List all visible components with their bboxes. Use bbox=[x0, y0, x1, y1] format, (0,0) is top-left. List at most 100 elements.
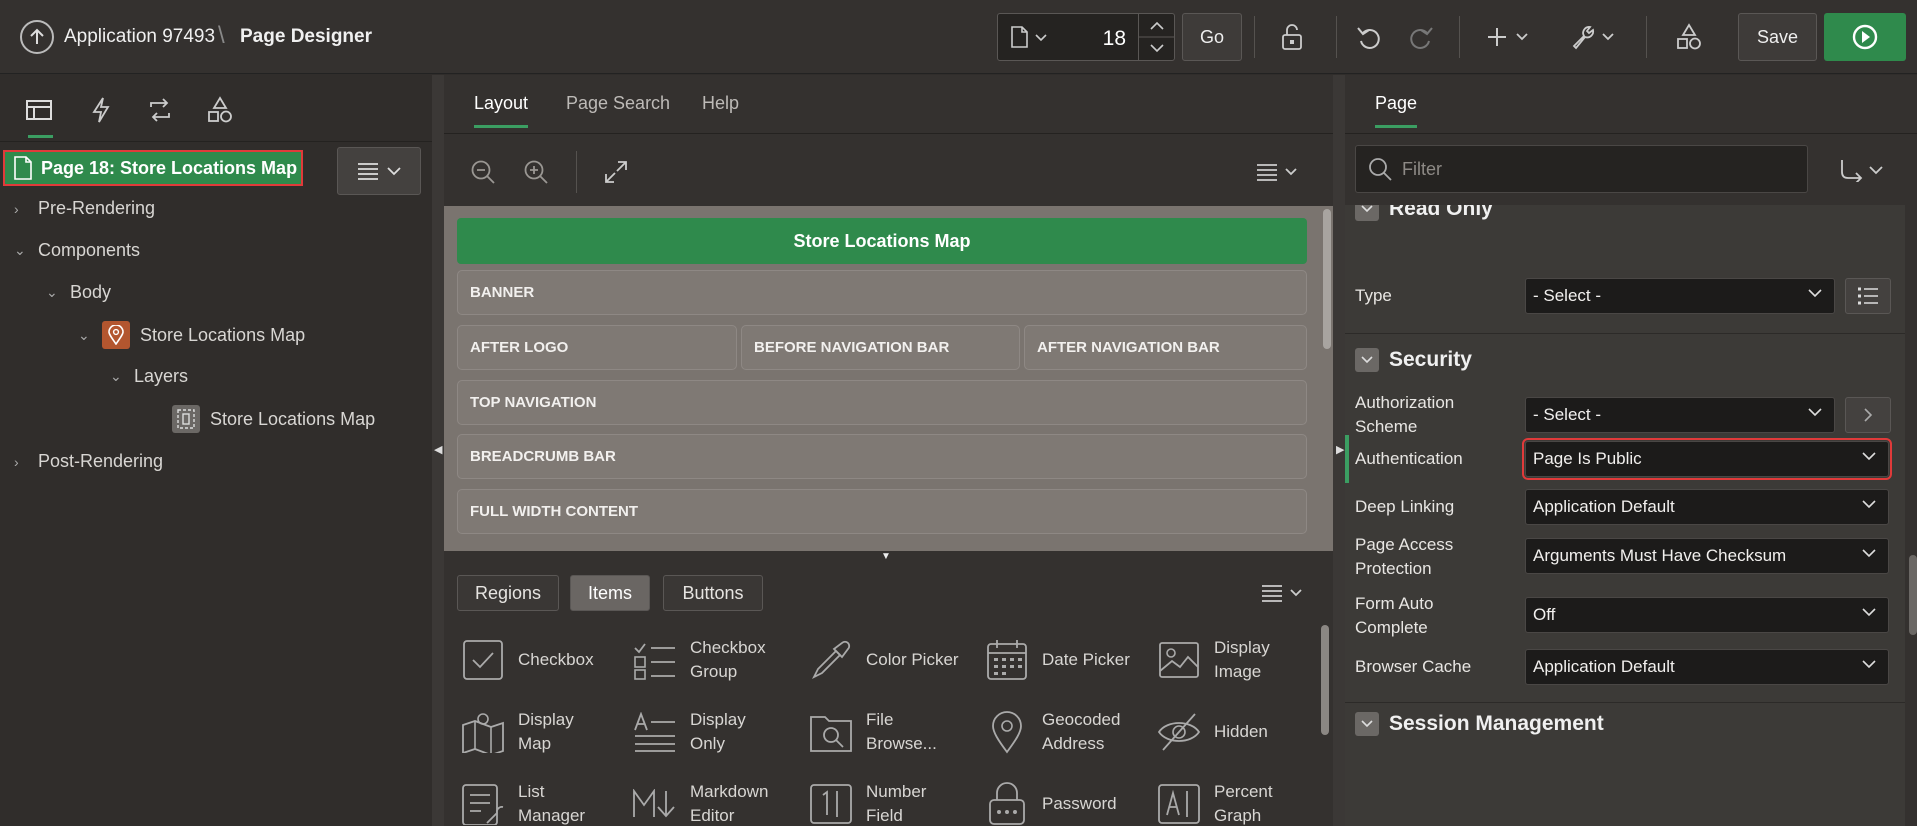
application-link[interactable]: Application 97493 bbox=[64, 26, 215, 48]
page-number-input[interactable]: 18 bbox=[1058, 27, 1126, 51]
page-tree-node[interactable]: Page 18: Store Locations Map bbox=[3, 150, 303, 186]
section-session-management[interactable]: Session Management bbox=[1355, 712, 1604, 736]
slot-banner[interactable]: BANNER bbox=[457, 270, 1307, 315]
chevron-down-icon[interactable]: ⌄ bbox=[78, 327, 92, 344]
gallery-menu-button[interactable] bbox=[1259, 576, 1309, 610]
save-button[interactable]: Save bbox=[1738, 13, 1817, 61]
tree-item-pre-rendering[interactable]: › Pre-Rendering bbox=[14, 198, 155, 219]
collapse-right-icon[interactable]: ▶ bbox=[1336, 443, 1344, 456]
slot-full-width-content[interactable]: FULL WIDTH CONTENT bbox=[457, 489, 1307, 534]
slot-after-logo[interactable]: AFTER LOGO bbox=[457, 325, 737, 370]
property-label-deep-linking: Deep Linking bbox=[1355, 497, 1455, 516]
gallery-item-file-browse[interactable]: File Browse... bbox=[808, 702, 980, 762]
tree-item-layer[interactable]: Store Locations Map bbox=[172, 405, 375, 433]
tab-items[interactable]: Items bbox=[570, 575, 650, 611]
utilities-wrench-icon[interactable] bbox=[1570, 20, 1620, 54]
go-to-group-button[interactable] bbox=[1831, 155, 1891, 185]
gallery-item-color-picker[interactable]: Color Picker bbox=[808, 630, 980, 690]
tab-page[interactable]: Page bbox=[1375, 93, 1418, 128]
gallery-scrollbar[interactable] bbox=[1321, 625, 1329, 735]
collapse-toggle-icon[interactable] bbox=[1355, 348, 1379, 372]
collapse-toggle-icon[interactable] bbox=[1355, 205, 1379, 221]
filter-input[interactable] bbox=[1402, 158, 1782, 180]
slot-breadcrumb-bar[interactable]: BREADCRUMB BAR bbox=[457, 434, 1307, 479]
gallery-item-label: Password bbox=[1042, 794, 1117, 813]
left-splitter[interactable]: ◀ bbox=[432, 75, 444, 826]
tab-help[interactable]: Help bbox=[702, 93, 739, 114]
gallery-item-date-picker[interactable]: Date Picker bbox=[984, 630, 1156, 690]
authorization-scheme-select[interactable]: - Select - bbox=[1525, 397, 1835, 433]
zoom-in-icon[interactable] bbox=[519, 155, 553, 189]
chevron-right-icon[interactable]: › bbox=[14, 201, 28, 217]
up-arrow-icon[interactable] bbox=[20, 20, 54, 54]
chevron-right-icon[interactable]: › bbox=[14, 454, 28, 470]
gallery-item-markdown-editor[interactable]: Markdown Editor bbox=[632, 774, 804, 826]
gallery-item-label: Markdown Editor bbox=[690, 782, 769, 825]
gallery-item-geocoded-address[interactable]: Geocoded Address bbox=[984, 702, 1156, 762]
expand-icon[interactable] bbox=[599, 155, 633, 189]
tab-page-search[interactable]: Page Search bbox=[566, 93, 670, 114]
unlock-icon[interactable] bbox=[1274, 20, 1308, 54]
collapse-left-icon[interactable]: ◀ bbox=[434, 443, 442, 456]
tab-dynamic-actions[interactable] bbox=[76, 89, 126, 131]
section-read-only[interactable]: Read Only bbox=[1355, 205, 1493, 221]
tab-buttons[interactable]: Buttons bbox=[663, 575, 763, 611]
slot-after-navigation-bar[interactable]: AFTER NAVIGATION BAR bbox=[1024, 325, 1307, 370]
go-button[interactable]: Go bbox=[1182, 13, 1242, 61]
gallery-item-display-image[interactable]: Display Image bbox=[1156, 630, 1328, 690]
shared-components-icon[interactable] bbox=[1672, 20, 1706, 54]
section-security[interactable]: Security bbox=[1355, 348, 1472, 372]
slot-before-navigation-bar[interactable]: BEFORE NAVIGATION BAR bbox=[741, 325, 1020, 370]
layout-canvas[interactable]: Store Locations Map BANNER AFTER LOGO BE… bbox=[444, 206, 1333, 551]
page-selector[interactable]: 18 bbox=[997, 13, 1175, 61]
list-picker-button[interactable] bbox=[1845, 278, 1891, 314]
gallery-item-list-manager[interactable]: List Manager bbox=[460, 774, 632, 826]
gallery-item-display-map[interactable]: Display Map bbox=[460, 702, 632, 762]
page-access-protection-select[interactable]: Arguments Must Have Checksum bbox=[1525, 538, 1889, 574]
gallery-item-percent-graph[interactable]: Percent Graph bbox=[1156, 774, 1328, 826]
tree-item-body[interactable]: ⌄ Body bbox=[46, 282, 111, 303]
undo-icon[interactable] bbox=[1352, 20, 1386, 54]
slot-top-navigation[interactable]: TOP NAVIGATION bbox=[457, 380, 1307, 425]
collapse-toggle-icon[interactable] bbox=[1355, 712, 1379, 736]
tree-item-post-rendering[interactable]: › Post-Rendering bbox=[14, 451, 163, 472]
gallery-item-checkbox[interactable]: Checkbox bbox=[460, 630, 632, 690]
properties-scrollbar[interactable] bbox=[1909, 555, 1917, 635]
gallery-item-display-only[interactable]: Display Only bbox=[632, 702, 804, 762]
gallery-item-hidden[interactable]: Hidden bbox=[1156, 702, 1328, 762]
chevron-down-icon[interactable]: ⌄ bbox=[46, 284, 60, 301]
tree-item-components[interactable]: ⌄ Components bbox=[14, 240, 140, 261]
tab-shared-components[interactable] bbox=[195, 89, 245, 131]
gallery-item-password[interactable]: Password bbox=[984, 774, 1156, 826]
right-splitter[interactable]: ▶ bbox=[1333, 75, 1345, 826]
redo-icon[interactable] bbox=[1404, 20, 1438, 54]
chevron-down-icon[interactable]: ⌄ bbox=[110, 368, 124, 385]
tab-rendering[interactable] bbox=[14, 89, 64, 138]
header-divider bbox=[1459, 16, 1460, 58]
splitter-down-icon[interactable]: ▼ bbox=[881, 551, 891, 562]
zoom-out-icon[interactable] bbox=[466, 155, 500, 189]
tree-item-layers[interactable]: ⌄ Layers bbox=[110, 366, 188, 387]
page-number-stepper[interactable] bbox=[1138, 14, 1175, 60]
chevron-down-icon[interactable]: ⌄ bbox=[14, 242, 28, 259]
authentication-select[interactable]: Page Is Public bbox=[1522, 438, 1892, 480]
tab-layout[interactable]: Layout bbox=[474, 93, 529, 128]
browser-cache-select[interactable]: Application Default bbox=[1525, 649, 1889, 685]
go-to-authorization-button[interactable] bbox=[1845, 397, 1891, 433]
create-menu-icon[interactable] bbox=[1486, 20, 1534, 54]
tree-menu-button[interactable] bbox=[337, 147, 421, 195]
form-auto-complete-select[interactable]: Off bbox=[1525, 597, 1889, 633]
tab-processing[interactable] bbox=[135, 89, 185, 131]
tree-item-map-region[interactable]: ⌄ Store Locations Map bbox=[78, 321, 305, 349]
type-select[interactable]: - Select - bbox=[1525, 278, 1835, 314]
gallery-item-number-field[interactable]: Number Field bbox=[808, 774, 980, 826]
gallery-item-checkbox-group[interactable]: Checkbox Group bbox=[632, 630, 804, 690]
filter-box[interactable] bbox=[1355, 145, 1808, 193]
deep-linking-select[interactable]: Application Default bbox=[1525, 489, 1889, 525]
run-page-button[interactable] bbox=[1824, 13, 1906, 61]
layout-menu-button[interactable] bbox=[1254, 155, 1304, 189]
canvas-scrollbar[interactable] bbox=[1323, 209, 1331, 349]
tab-regions[interactable]: Regions bbox=[457, 575, 559, 611]
page-icon[interactable] bbox=[1010, 26, 1050, 53]
region-title-bar[interactable]: Store Locations Map bbox=[457, 218, 1307, 264]
